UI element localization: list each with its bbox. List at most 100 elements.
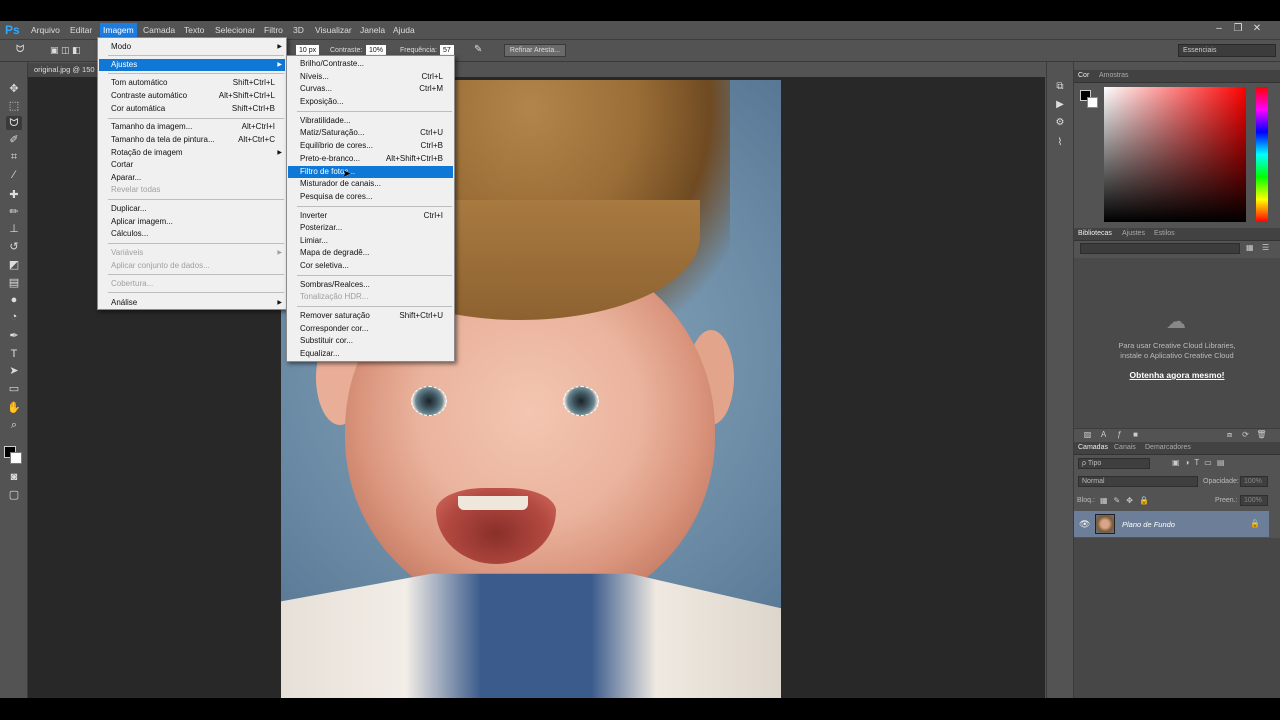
menu-arquivo[interactable]: Arquivo <box>31 25 60 35</box>
menu-item-filtro-de-fotos[interactable]: Filtro de fotos... <box>288 166 453 178</box>
menu-item-aplicar-imagem[interactable]: Aplicar imagem... <box>99 216 285 228</box>
workspace-select[interactable]: Essenciais <box>1178 44 1276 57</box>
blur-tool-icon[interactable]: ● <box>6 293 22 307</box>
menu-item-corresponder-cor[interactable]: Corresponder cor... <box>288 323 453 335</box>
selection-mode-icon[interactable]: ▣ ◫ ◧ <box>50 45 81 56</box>
add-color-icon[interactable]: ■ <box>1130 429 1141 440</box>
menu-texto[interactable]: Texto <box>184 25 204 35</box>
list-view-icon[interactable]: ☰ <box>1262 243 1269 252</box>
screen-mode-icon[interactable]: ▢ <box>6 488 22 502</box>
lasso-tool-icon[interactable]: ᗢ <box>6 116 22 130</box>
menu-item-niveis[interactable]: Níveis... Ctrl+L <box>288 71 453 83</box>
menu-item-substituir-cor[interactable]: Substituir cor... <box>288 335 453 347</box>
menu-item-misturador-canais[interactable]: Misturador de canais... <box>288 178 453 190</box>
menu-item-matiz-saturacao[interactable]: Matiz/Saturação... Ctrl+U <box>288 127 453 139</box>
magnetic-lasso-option-icon[interactable]: ᗢ <box>16 44 24 55</box>
restore-icon[interactable]: ❐ <box>1231 23 1245 35</box>
add-char-style-icon[interactable]: A <box>1098 429 1109 440</box>
tab-amostras[interactable]: Amostras <box>1099 72 1129 79</box>
menu-item-tom-automatico[interactable]: Tom automático Shift+Ctrl+L <box>99 77 285 89</box>
menu-item-modo[interactable]: Modo ▶ <box>99 41 285 53</box>
crop-tool-icon[interactable]: ⌗ <box>6 150 22 164</box>
menu-item-tamanho-imagem[interactable]: Tamanho da imagem... Alt+Ctrl+I <box>99 121 285 133</box>
library-select[interactable] <box>1080 243 1240 254</box>
menu-item-equilibrio-cores[interactable]: Equilíbrio de cores... Ctrl+B <box>288 140 453 152</box>
menu-item-posterizar[interactable]: Posterizar... <box>288 222 453 234</box>
tab-camadas[interactable]: Camadas <box>1078 444 1108 451</box>
paths-panel-icon[interactable]: ⌇ <box>1053 136 1067 150</box>
properties-panel-icon[interactable]: ⚙ <box>1053 116 1067 130</box>
menu-item-equalizar[interactable]: Equalizar... <box>288 348 453 360</box>
gradient-tool-icon[interactable]: ▤ <box>6 276 22 290</box>
menu-item-sombras-realces[interactable]: Sombras/Realces... <box>288 279 453 291</box>
menu-item-exposicao[interactable]: Exposição... <box>288 96 453 108</box>
menu-visualizar[interactable]: Visualizar <box>315 25 352 35</box>
close-icon[interactable]: ✕ <box>1250 23 1264 35</box>
stock-icon[interactable]: ⧈ <box>1224 429 1235 440</box>
blend-mode-select[interactable]: Normal <box>1078 476 1198 487</box>
visibility-eye-icon[interactable]: 👁 <box>1079 519 1090 530</box>
layer-filter-select[interactable]: ρ Tipo <box>1078 458 1150 469</box>
menu-item-cor-automatica[interactable]: Cor automática Shift+Ctrl+B <box>99 103 285 115</box>
move-tool-icon[interactable]: ✥ <box>6 82 22 96</box>
menu-item-ajustes[interactable]: Ajustes ▶ <box>99 59 285 71</box>
menu-item-rotacao[interactable]: Rotação de imagem ▶ <box>99 147 285 159</box>
menu-item-mapa-degrade[interactable]: Mapa de degradê... <box>288 247 453 259</box>
shape-tool-icon[interactable]: ▭ <box>6 382 22 396</box>
panel-background-swatch[interactable] <box>1087 97 1098 108</box>
quick-selection-icon[interactable]: ✐ <box>6 133 22 147</box>
lock-options-icons[interactable]: ▦✎✥🔒 <box>1100 496 1155 505</box>
menu-ajuda[interactable]: Ajuda <box>393 25 415 35</box>
pen-pressure-icon[interactable]: ✎ <box>474 44 482 55</box>
sync-icon[interactable]: ⟳ <box>1240 429 1251 440</box>
menu-item-inverter[interactable]: Inverter Ctrl+I <box>288 210 453 222</box>
hand-tool-icon[interactable]: ✋ <box>6 401 22 415</box>
menu-item-brilho-contraste[interactable]: Brilho/Contraste... <box>288 58 453 70</box>
menu-item-preto-e-branco[interactable]: Preto-e-branco... Alt+Shift+Ctrl+B <box>288 153 453 165</box>
menu-editar[interactable]: Editar <box>70 25 92 35</box>
tab-estilos[interactable]: Estilos <box>1154 230 1175 237</box>
menu-janela[interactable]: Janela <box>360 25 385 35</box>
menu-item-tamanho-tela[interactable]: Tamanho da tela de pintura... Alt+Ctrl+C <box>99 134 285 146</box>
get-it-now-link[interactable]: Obtenha agora mesmo! <box>1094 370 1260 380</box>
actions-panel-icon[interactable]: ▶ <box>1053 98 1067 112</box>
grid-view-icon[interactable]: ▦ <box>1246 243 1254 252</box>
history-panel-icon[interactable]: ⧉ <box>1053 80 1067 94</box>
delete-icon[interactable]: 🗑 <box>1256 429 1267 440</box>
fill-input[interactable]: 100% <box>1240 495 1268 506</box>
opacity-input[interactable]: 100% <box>1240 476 1268 487</box>
tab-cor[interactable]: Cor <box>1078 72 1089 79</box>
path-selection-icon[interactable]: ➤ <box>6 364 22 378</box>
menu-item-cortar[interactable]: Cortar <box>99 159 285 171</box>
minimize-icon[interactable]: – <box>1212 23 1226 35</box>
menu-3d[interactable]: 3D <box>293 25 304 35</box>
tab-canais[interactable]: Canais <box>1114 444 1136 451</box>
background-color-swatch[interactable] <box>10 452 22 464</box>
layer-filter-icons[interactable]: ▣◑T▭▤ <box>1172 458 1229 467</box>
eraser-icon[interactable]: ◩ <box>6 258 22 272</box>
dodge-tool-icon[interactable]: ◔ <box>6 310 22 324</box>
menu-filtro[interactable]: Filtro <box>264 25 283 35</box>
zoom-tool-icon[interactable]: ⌕ <box>6 418 22 432</box>
color-picker-field[interactable] <box>1104 87 1246 222</box>
menu-item-contraste-automatico[interactable]: Contraste automático Alt+Shift+Ctrl+L <box>99 90 285 102</box>
menu-item-curvas[interactable]: Curvas... Ctrl+M <box>288 83 453 95</box>
pen-tool-icon[interactable]: ✒ <box>6 329 22 343</box>
brush-tool-icon[interactable]: ✏ <box>6 205 22 219</box>
tab-ajustes[interactable]: Ajustes <box>1122 230 1145 237</box>
menu-item-vibratilidade[interactable]: Vibratilidade... <box>288 115 453 127</box>
layer-name[interactable]: Plano de Fundo <box>1122 520 1175 529</box>
quick-mask-icon[interactable]: ◙ <box>6 470 22 484</box>
menu-item-analise[interactable]: Análise ▶ <box>99 297 285 309</box>
hue-slider[interactable] <box>1256 87 1268 222</box>
menu-item-duplicar[interactable]: Duplicar... <box>99 203 285 215</box>
menu-item-pesquisa-cores[interactable]: Pesquisa de cores... <box>288 191 453 203</box>
tab-bibliotecas[interactable]: Bibliotecas <box>1078 230 1112 237</box>
menu-item-cor-seletiva[interactable]: Cor seletiva... <box>288 260 453 272</box>
history-brush-icon[interactable]: ↺ <box>6 240 22 254</box>
add-layer-style-icon[interactable]: ƒ <box>1114 429 1125 440</box>
add-graphic-icon[interactable]: ▨ <box>1082 429 1093 440</box>
menu-item-remover-saturacao[interactable]: Remover saturação Shift+Ctrl+U <box>288 310 453 322</box>
menu-camada[interactable]: Camada <box>143 25 175 35</box>
healing-brush-icon[interactable]: ✚ <box>6 188 22 202</box>
